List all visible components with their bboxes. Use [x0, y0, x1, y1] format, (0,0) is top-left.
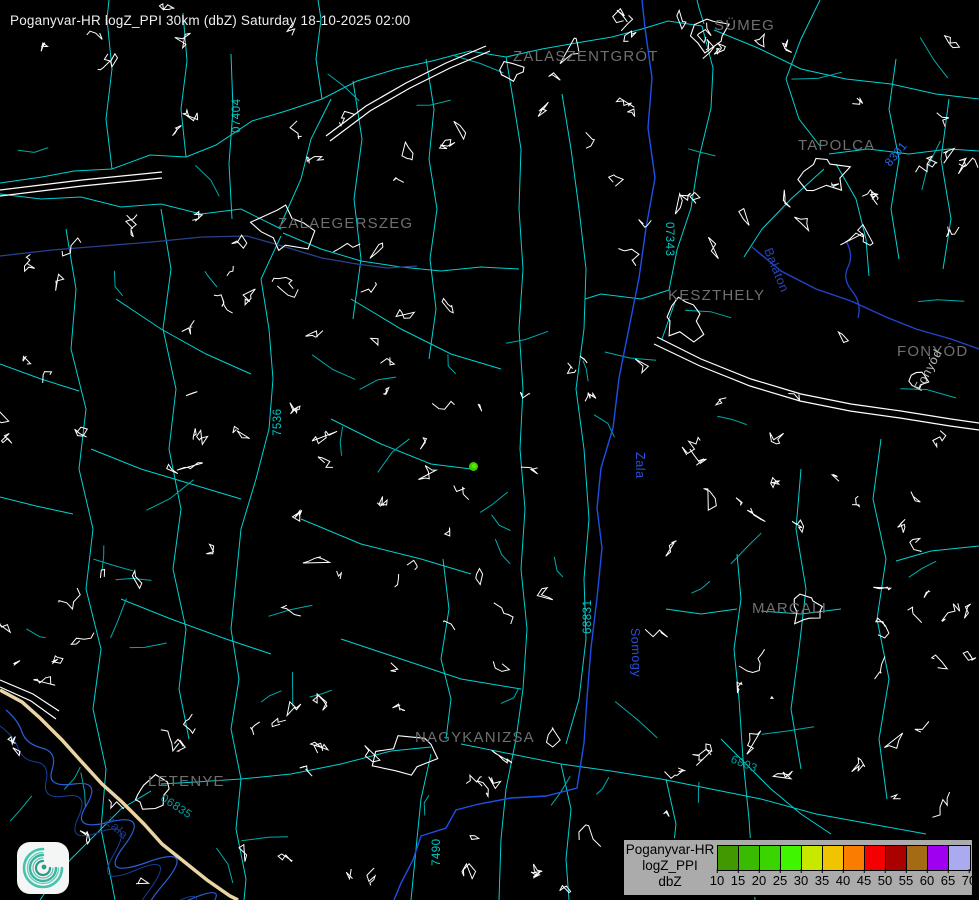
water-label-somogy: Somogy — [628, 628, 644, 678]
radar-title: Poganyvar-HR logZ_PPI 30km (dbZ) Saturda… — [10, 13, 410, 28]
legend-tick: 25 — [773, 873, 787, 888]
water-label-zala: Zala — [633, 452, 647, 479]
road-network — [0, 0, 979, 900]
city-label-zalaegerszeg: ZALAEGERSZEG — [278, 215, 413, 232]
legend-color-cell — [823, 846, 844, 870]
legend-tick: 70 — [962, 873, 976, 888]
city-label-sumeg: SÜMEG — [714, 16, 775, 34]
city-label-zalaszentgrot: ZALASZENTGRÓT — [513, 48, 659, 65]
road-number-labels: 07404 7536 07343 8301 68831 06835 6803 7… — [158, 98, 910, 866]
water-labels: Zala Somogy Balaton Zala Fonyód — [102, 246, 945, 842]
water-label-balaton: Balaton — [761, 246, 791, 294]
legend-color-cell — [781, 846, 802, 870]
legend-color-cell — [886, 846, 907, 870]
rivers-and-boundaries — [0, 0, 979, 900]
weather-app-logo[interactable] — [17, 842, 69, 894]
legend-color-cell — [907, 846, 928, 870]
legend-tick: 10 — [710, 873, 724, 888]
road-label-07404: 07404 — [231, 98, 243, 133]
legend-panel: Poganyvar-HR logZ_PPI dbZ 10 15 20 25 30 35 40… — [622, 838, 974, 897]
legend-color-scale — [717, 845, 971, 871]
road-label-06835: 06835 — [158, 792, 193, 821]
legend-color-cell — [844, 846, 865, 870]
legend-color-cell — [760, 846, 781, 870]
legend-color-cell — [949, 846, 970, 870]
legend-tick: 40 — [836, 873, 850, 888]
legend-color-cell — [802, 846, 823, 870]
radar-map: SÜMEG ZALASZENTGRÓT TAPOLCA ZALAEGERSZEG… — [0, 0, 979, 900]
legend-radar-name: Poganyvar-HR — [624, 842, 716, 858]
legend-color-cell — [739, 846, 760, 870]
city-label-tapolca: TAPOLCA — [798, 137, 875, 154]
water-label-zala-south: Zala — [102, 814, 131, 842]
legend-titles: Poganyvar-HR logZ_PPI dbZ — [624, 842, 716, 890]
legend-tick: 65 — [941, 873, 955, 888]
radar-echo-inner — [472, 464, 476, 468]
legend-tick: 60 — [920, 873, 934, 888]
legend-tick: 45 — [857, 873, 871, 888]
road-label-7490: 7490 — [431, 838, 443, 866]
city-label-marcali: MARCALI — [752, 600, 827, 617]
road-label-68831: 68831 — [582, 600, 594, 634]
road-label-8301: 8301 — [883, 140, 910, 169]
legend-color-cell — [928, 846, 949, 870]
city-label-keszthely: KESZTHELY — [668, 287, 765, 304]
legend-unit: dbZ — [624, 874, 716, 890]
city-label-nagykanizsa: NAGYKANIZSA — [415, 729, 535, 746]
minor-roads — [10, 37, 964, 883]
legend-tick-labels: 10152025303540455055606570 — [717, 871, 971, 891]
radar-echo — [469, 462, 478, 471]
legend-tick: 30 — [794, 873, 808, 888]
legend-tick: 20 — [752, 873, 766, 888]
road-label-07343: 07343 — [663, 222, 675, 256]
legend-tick: 35 — [815, 873, 829, 888]
road-label-7536: 7536 — [272, 408, 284, 436]
legend-product-name: logZ_PPI — [624, 858, 716, 874]
radar-viewport: SÜMEG ZALASZENTGRÓT TAPOLCA ZALAEGERSZEG… — [0, 0, 979, 900]
legend-tick: 50 — [878, 873, 892, 888]
city-label-letenye: LETENYE — [148, 773, 225, 790]
legend-color-cell — [718, 846, 739, 870]
legend-tick: 55 — [899, 873, 913, 888]
legend-color-cell — [865, 846, 886, 870]
legend-tick: 15 — [731, 873, 745, 888]
